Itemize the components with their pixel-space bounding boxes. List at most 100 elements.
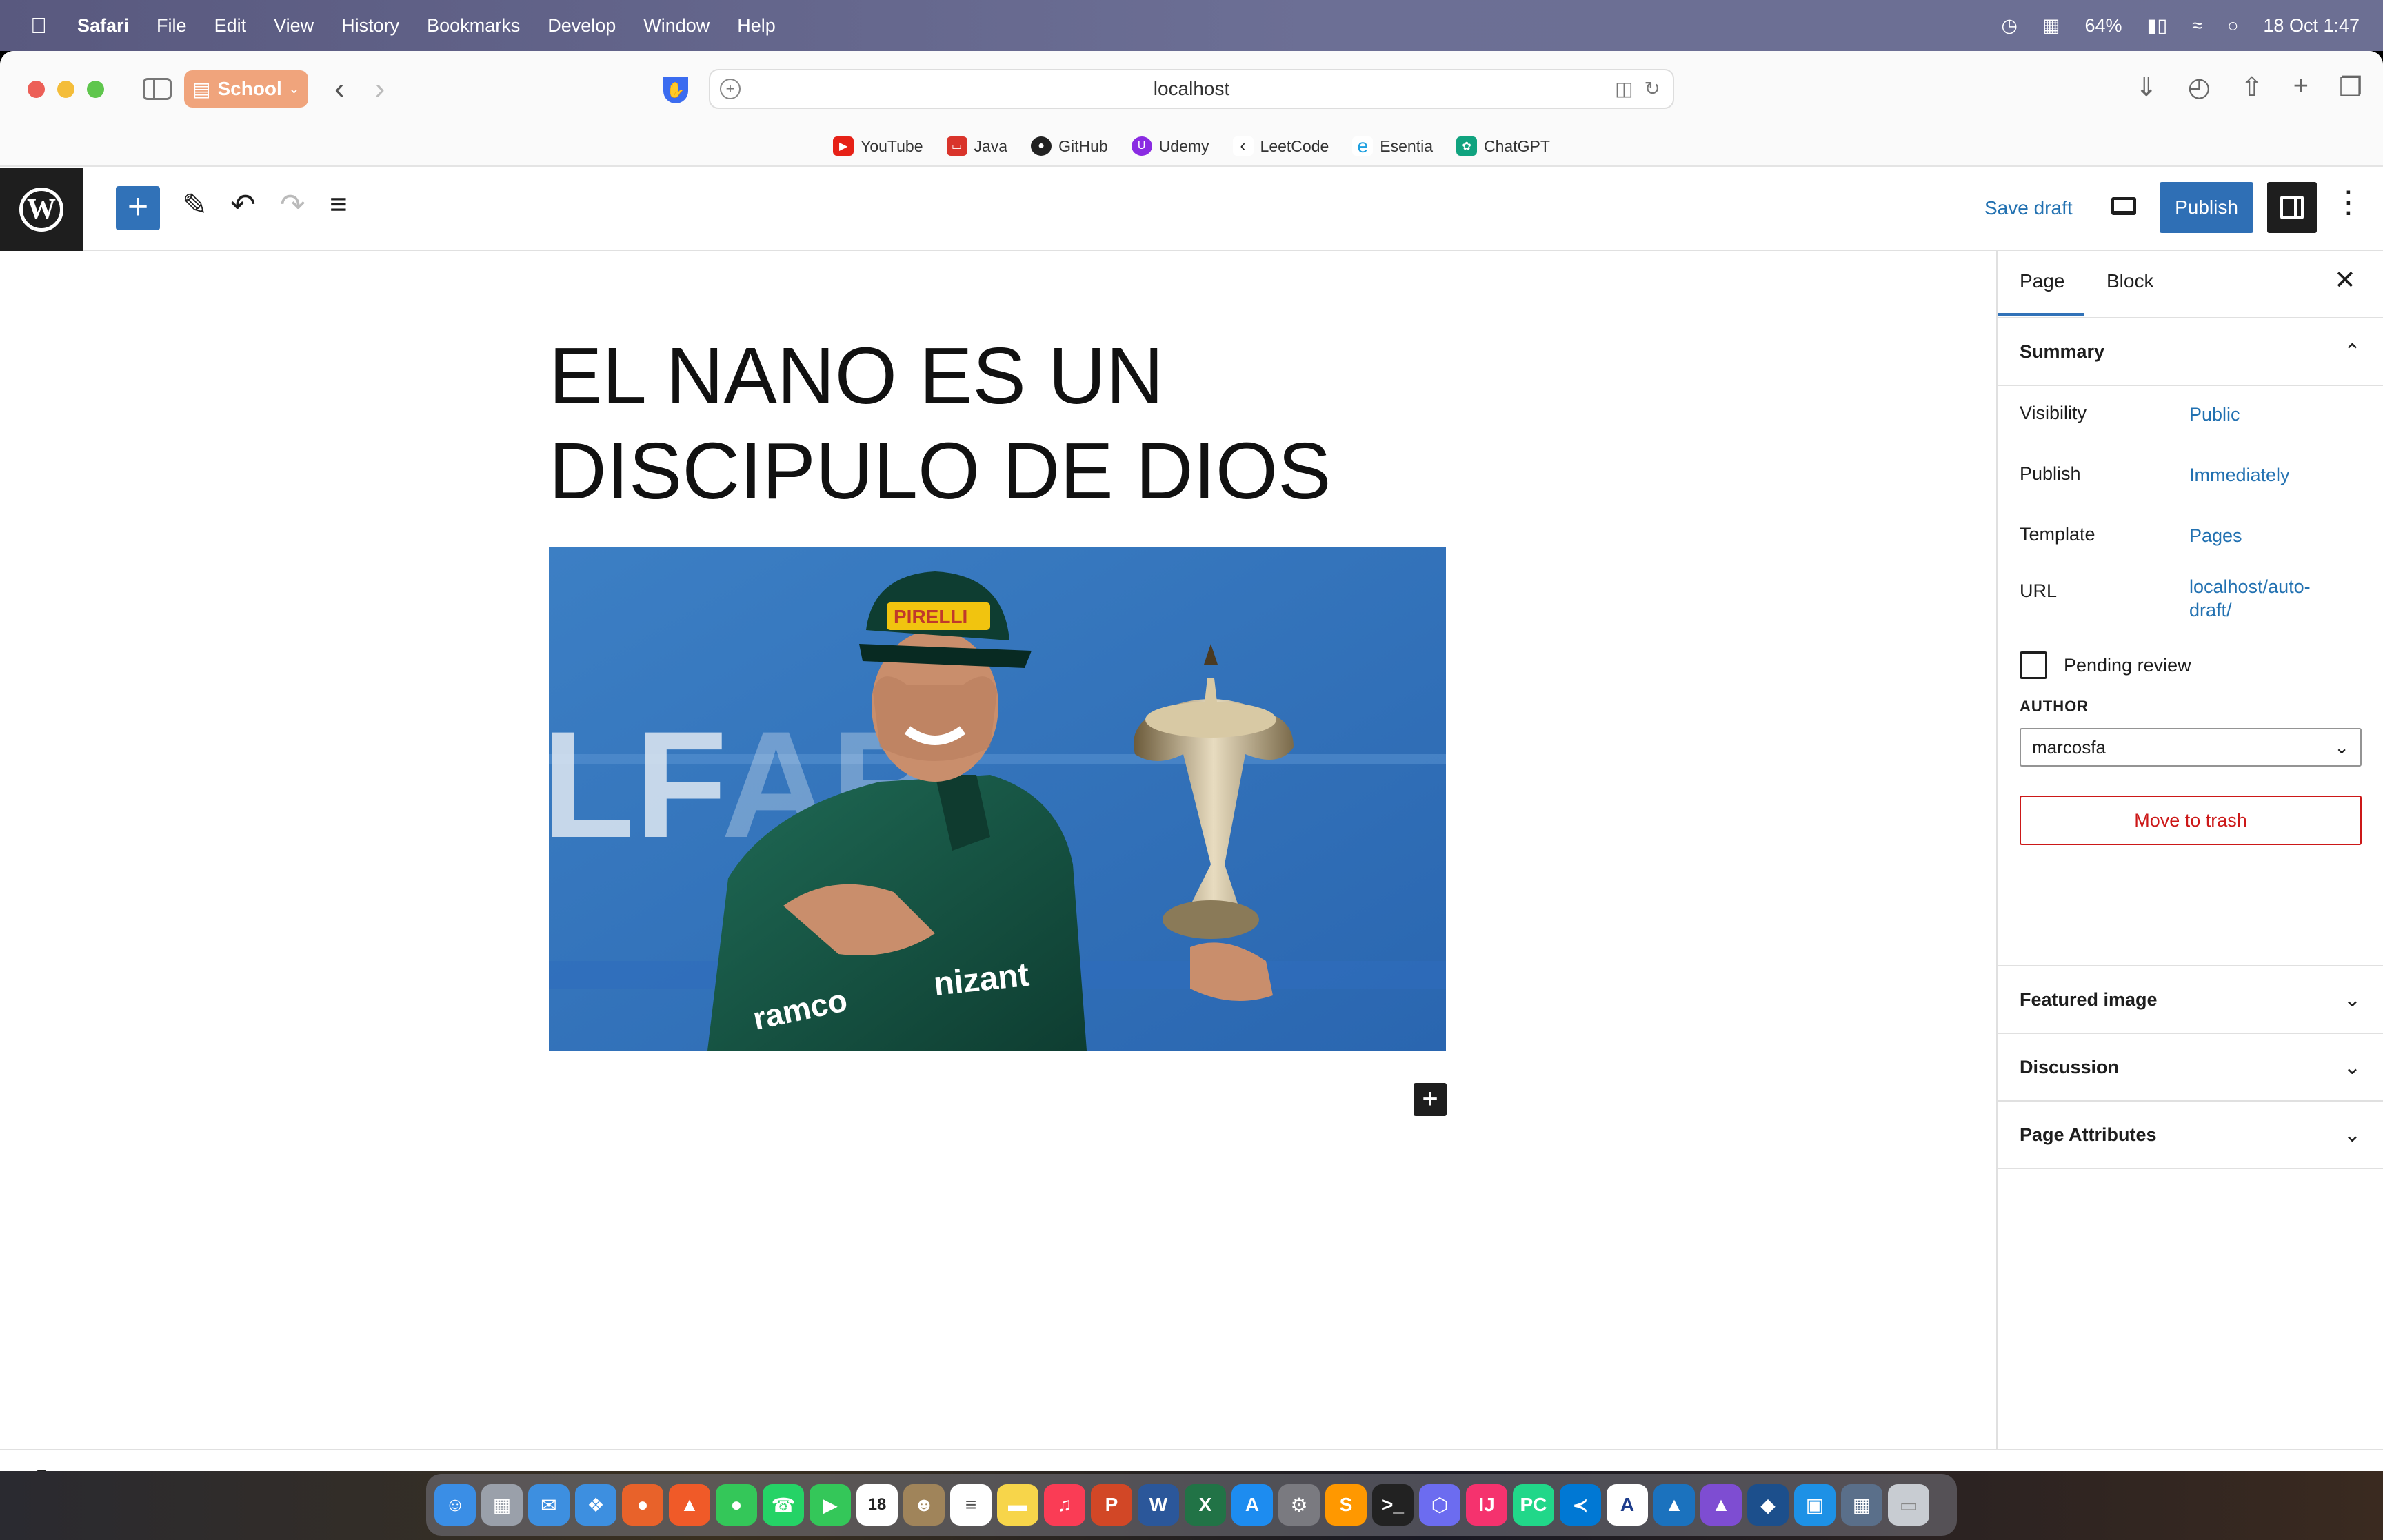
whatsapp-icon[interactable]: ☎: [763, 1484, 804, 1526]
author-select[interactable]: marcosfa ⌄: [2020, 728, 2362, 767]
vscode-icon[interactable]: ≺: [1560, 1484, 1601, 1526]
menu-history[interactable]: History: [341, 15, 399, 37]
visibility-value-button[interactable]: Public: [2189, 403, 2341, 426]
firefox-icon[interactable]: ●: [622, 1484, 663, 1526]
time-machine-icon[interactable]: ◷: [2001, 15, 2018, 37]
block-inserter-button[interactable]: +: [116, 186, 160, 230]
new-tab-icon[interactable]: +: [2293, 72, 2309, 103]
menu-develop[interactable]: Develop: [547, 15, 616, 37]
tab-page[interactable]: Page: [1997, 270, 2085, 316]
menu-edit[interactable]: Edit: [214, 15, 247, 37]
menu-view[interactable]: View: [274, 15, 314, 37]
discussion-section-header[interactable]: Discussion ⌄: [1998, 1034, 2383, 1102]
redo-icon[interactable]: ↷: [280, 188, 305, 223]
control-center-icon[interactable]: ○: [2227, 15, 2238, 37]
tab-block[interactable]: Block: [2107, 270, 2153, 292]
apple-menu-icon[interactable]: : [25, 13, 52, 39]
sublime-text-icon[interactable]: S: [1325, 1484, 1367, 1526]
block-breadcrumb[interactable]: Page: [36, 1466, 78, 1471]
document-overview-icon[interactable]: ≡: [330, 188, 348, 222]
calendar-icon[interactable]: 18: [856, 1484, 898, 1526]
terminal-icon[interactable]: >_: [1372, 1484, 1414, 1526]
intellij-icon[interactable]: IJ: [1466, 1484, 1507, 1526]
word-icon[interactable]: W: [1138, 1484, 1179, 1526]
affinity-publisher-icon[interactable]: A: [1607, 1484, 1648, 1526]
powerpoint-icon[interactable]: P: [1091, 1484, 1132, 1526]
move-to-trash-button[interactable]: Move to trash: [2020, 796, 2362, 845]
finder-icon[interactable]: ☺: [434, 1484, 476, 1526]
privacy-shield-icon[interactable]: ✋: [663, 77, 688, 103]
undo-icon[interactable]: ↶: [230, 188, 256, 223]
page-title[interactable]: EL NANO ES UN DISCIPULO DE DIOS: [549, 328, 1445, 518]
close-window-button[interactable]: [28, 80, 45, 98]
excel-icon[interactable]: X: [1185, 1484, 1226, 1526]
favorite-github[interactable]: ● GitHub: [1031, 136, 1108, 156]
app-store-icon[interactable]: A: [1231, 1484, 1273, 1526]
safari-icon[interactable]: ❖: [575, 1484, 616, 1526]
virtualbox-icon[interactable]: ⬡: [1419, 1484, 1460, 1526]
wifi-icon[interactable]: ≈: [2192, 15, 2202, 37]
docker-icon[interactable]: ▣: [1794, 1484, 1836, 1526]
mail-icon[interactable]: ✉: [528, 1484, 570, 1526]
stats-icon[interactable]: ▦: [2042, 15, 2060, 37]
wordpress-logo-icon[interactable]: W: [0, 168, 83, 251]
page-settings-icon[interactable]: +: [720, 79, 741, 99]
translate-icon[interactable]: ◫: [1615, 77, 1633, 100]
menu-bookmarks[interactable]: Bookmarks: [427, 15, 520, 37]
publish-date-button[interactable]: Immediately: [2189, 463, 2341, 487]
favorite-youtube[interactable]: ▶ YouTube: [833, 136, 923, 156]
sidebar-toggle-icon[interactable]: [143, 78, 172, 100]
forward-icon[interactable]: ›: [375, 72, 385, 106]
image-block[interactable]: LF AR PIRELLI ramco nizant: [549, 547, 1446, 1051]
brave-icon[interactable]: ▲: [669, 1484, 710, 1526]
tools-pencil-icon[interactable]: ✎: [182, 188, 208, 223]
notes-icon[interactable]: ▬: [997, 1484, 1038, 1526]
facetime-icon[interactable]: ▶: [810, 1484, 851, 1526]
music-icon[interactable]: ♫: [1044, 1484, 1085, 1526]
mysql-workbench-icon[interactable]: ◆: [1747, 1484, 1789, 1526]
reload-icon[interactable]: ↻: [1645, 77, 1660, 100]
minimize-window-button[interactable]: [57, 80, 74, 98]
system-settings-icon[interactable]: ⚙: [1278, 1484, 1320, 1526]
affinity-designer-icon[interactable]: ▲: [1653, 1484, 1695, 1526]
favorite-esentia[interactable]: e Esentia: [1352, 135, 1433, 156]
favorite-udemy[interactable]: U Udemy: [1131, 136, 1209, 156]
preview-icon[interactable]: [2111, 197, 2136, 215]
tab-group-button[interactable]: ▤ School ⌄: [184, 70, 308, 108]
url-value-button[interactable]: localhost/auto-draft/: [2189, 575, 2341, 622]
preview-app-icon[interactable]: ▦: [1841, 1484, 1882, 1526]
options-kebab-icon[interactable]: ⋮: [2333, 185, 2364, 220]
pending-review-checkbox[interactable]: [2020, 651, 2047, 679]
launchpad-icon[interactable]: ▦: [481, 1484, 523, 1526]
downloads-icon[interactable]: ⇓: [2135, 72, 2158, 103]
contacts-icon[interactable]: ☻: [903, 1484, 945, 1526]
page-attributes-section-header[interactable]: Page Attributes ⌄: [1998, 1102, 2383, 1169]
share-icon[interactable]: ⇧: [2241, 72, 2263, 103]
menu-file[interactable]: File: [157, 15, 187, 37]
favorite-chatgpt[interactable]: ✿ ChatGPT: [1456, 136, 1550, 156]
trash-icon[interactable]: ▭: [1888, 1484, 1929, 1526]
battery-icon[interactable]: ▮▯: [2147, 15, 2168, 37]
settings-panel-toggle[interactable]: [2267, 182, 2317, 233]
reminders-icon[interactable]: ≡: [950, 1484, 992, 1526]
affinity-photo-icon[interactable]: ▲: [1700, 1484, 1742, 1526]
menu-window[interactable]: Window: [643, 15, 710, 37]
menubar-clock[interactable]: 18 Oct 1:47: [2263, 15, 2360, 37]
favorite-leetcode[interactable]: ‹ LeetCode: [1232, 136, 1329, 156]
menu-app-name[interactable]: Safari: [77, 15, 129, 37]
add-block-button[interactable]: +: [1414, 1083, 1447, 1116]
template-value-button[interactable]: Pages: [2189, 524, 2341, 547]
pycharm-icon[interactable]: PC: [1513, 1484, 1554, 1526]
back-icon[interactable]: ‹: [334, 72, 345, 106]
tab-overview-icon[interactable]: ❐: [2339, 72, 2362, 103]
save-draft-button[interactable]: Save draft: [1984, 197, 2073, 219]
summary-section-header[interactable]: Summary ⌃: [1998, 318, 2383, 386]
history-icon[interactable]: ◴: [2188, 72, 2211, 103]
address-bar[interactable]: + localhost ◫ ↻: [709, 69, 1674, 109]
zoom-window-button[interactable]: [87, 80, 104, 98]
messages-icon[interactable]: ●: [716, 1484, 757, 1526]
favorite-java[interactable]: ▭ Java: [946, 136, 1007, 156]
close-icon[interactable]: ✕: [2334, 265, 2356, 296]
publish-button[interactable]: Publish: [2160, 182, 2253, 233]
featured-image-section-header[interactable]: Featured image ⌄: [1998, 966, 2383, 1034]
